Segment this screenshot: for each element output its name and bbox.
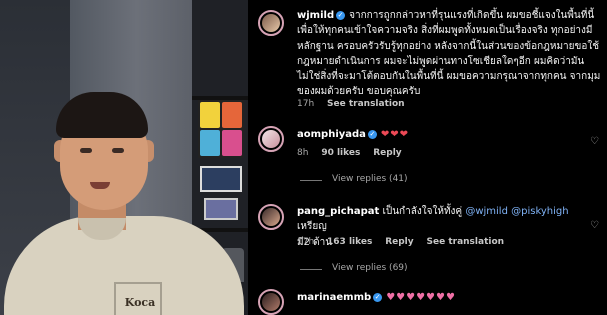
speaker-person: Koca xyxy=(0,0,248,315)
comment-username[interactable]: wjmild xyxy=(297,10,334,21)
view-replies-label: View replies (41) xyxy=(332,174,408,184)
verified-badge-icon: ✓ xyxy=(367,130,377,139)
comment-text-line: ของผมด้วยครับ ขอบคุณครับ xyxy=(297,86,421,98)
verified-badge-icon: ✓ xyxy=(373,293,383,302)
verified-badge-icon: ✓ xyxy=(336,11,346,20)
mention-link[interactable]: @wjmild xyxy=(465,206,508,217)
hair xyxy=(56,92,148,138)
mention-link[interactable]: @piskyhigh xyxy=(511,206,569,217)
replies-divider xyxy=(300,269,322,270)
comment-text-line: เพื่อให้ทุกคนเข้าใจความจริง สิ่งที่ผมพูด… xyxy=(297,25,593,37)
avatar[interactable] xyxy=(258,204,284,230)
replies-divider xyxy=(300,180,322,181)
comment-body: wjmild ✓ จากการถูกกล่าวหาที่รุนแรงที่เกิดข… xyxy=(297,8,601,100)
avatar[interactable] xyxy=(258,126,284,152)
shirt-logo: Koca xyxy=(124,296,156,309)
reply-button[interactable]: Reply xyxy=(385,237,413,247)
comment-likes[interactable]: 163 likes xyxy=(327,237,372,247)
video-frame: Koca xyxy=(0,0,248,315)
comment-likes[interactable]: 90 likes xyxy=(321,148,360,158)
comment-username[interactable]: marinaemmb xyxy=(297,292,371,303)
avatar[interactable] xyxy=(258,289,284,315)
comment-meta: 8h 90 likes Reply xyxy=(297,148,412,158)
like-heart-icon[interactable]: ♡ xyxy=(590,220,599,231)
comment-meta: 17h 163 likes Reply See translation xyxy=(297,237,514,247)
comment-username[interactable]: aomphiyada xyxy=(297,129,366,140)
comment-text-line: หลักฐาน ครอบครัวรับรู้ทุกอย่าง หลังจากนี… xyxy=(297,40,600,52)
avatar-image xyxy=(262,14,280,32)
comment-body: aomphiyada ✓ ❤❤❤ xyxy=(297,127,601,142)
comment-username[interactable]: pang_pichapat xyxy=(297,206,379,217)
comment-text-line: ไม่ใช่สิ่งที่จะมาโต้ตอบกันในพื้นที่นี้ ผ… xyxy=(297,71,601,83)
comment-text: เป็นกำลังใจให้ทั้งคู่ xyxy=(382,206,463,217)
see-translation-link[interactable]: See translation xyxy=(427,237,505,247)
comments-panel[interactable]: wjmild ✓ จากการถูกกล่าวหาที่รุนแรงที่เกิดข… xyxy=(248,0,607,315)
comment-body: marinaemmb ✓ ♥♥♥♥♥♥♥ xyxy=(297,290,601,305)
comment-time: 17h xyxy=(297,237,315,247)
heart-emoji-icon: ❤❤❤ xyxy=(380,129,410,140)
avatar-image xyxy=(262,293,280,311)
view-replies-button[interactable]: View replies (69) xyxy=(300,263,408,273)
eye xyxy=(112,148,124,153)
reply-button[interactable]: Reply xyxy=(373,148,401,158)
comment-text: เหรียญ xyxy=(297,221,327,233)
comment-meta: 17h See translation xyxy=(297,99,415,109)
avatar-image xyxy=(262,208,280,226)
eye xyxy=(80,148,92,153)
avatar[interactable] xyxy=(258,10,284,36)
heart-emoji-icon: ♥♥♥♥♥♥♥ xyxy=(386,292,456,303)
comment-time: 8h xyxy=(297,148,309,158)
comment-text-line: กฎหมายดำเนินการ ผมจะไม่พูดผ่านทางโซเชียล… xyxy=(297,55,585,67)
view-replies-label: View replies (69) xyxy=(332,263,408,273)
see-translation-link[interactable]: See translation xyxy=(327,99,405,109)
comment-time: 17h xyxy=(297,99,315,109)
like-heart-icon[interactable]: ♡ xyxy=(590,136,599,147)
comment-text-line: จากการถูกกล่าวหาที่รุนแรงที่เกิดขึ้น ผมข… xyxy=(349,10,595,21)
avatar-image xyxy=(262,130,280,148)
view-replies-button[interactable]: View replies (41) xyxy=(300,174,408,184)
